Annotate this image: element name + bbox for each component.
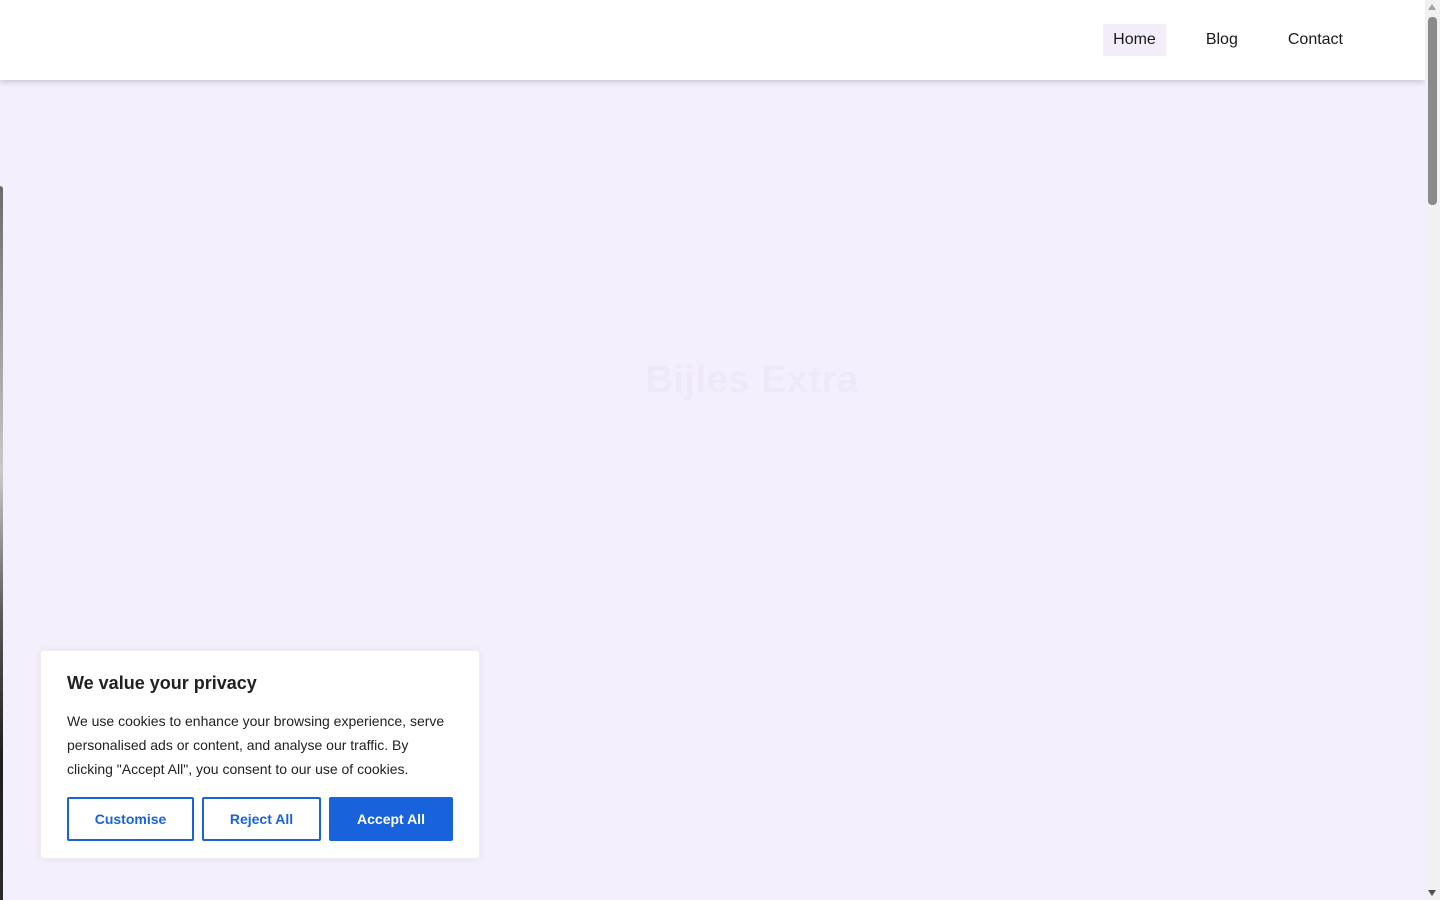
main-nav: Home Blog Contact [1103,24,1353,56]
scroll-up-arrow-icon[interactable] [1428,4,1436,10]
nav-item-blog[interactable]: Blog [1196,24,1248,56]
reject-all-button[interactable]: Reject All [202,797,321,841]
accept-all-button[interactable]: Accept All [329,797,453,841]
nav-item-home[interactable]: Home [1103,24,1166,56]
scroll-down-arrow-icon[interactable] [1428,890,1436,896]
cookie-banner-actions: Customise Reject All Accept All [67,797,453,841]
hero-image-edge [0,186,3,900]
customise-button[interactable]: Customise [67,797,194,841]
nav-item-contact[interactable]: Contact [1278,24,1353,56]
hero-title: Bijles Extra [645,359,859,402]
cookie-consent-banner: We value your privacy We use cookies to … [40,650,480,859]
vertical-scrollbar[interactable] [1425,0,1440,900]
site-header: Home Blog Contact [0,0,1425,80]
cookie-banner-text: We use cookies to enhance your browsing … [67,713,445,777]
scrollbar-thumb[interactable] [1428,17,1437,205]
page: Home Blog Contact Bijles Extra We value … [0,0,1425,900]
cookie-banner-title: We value your privacy [67,673,257,693]
